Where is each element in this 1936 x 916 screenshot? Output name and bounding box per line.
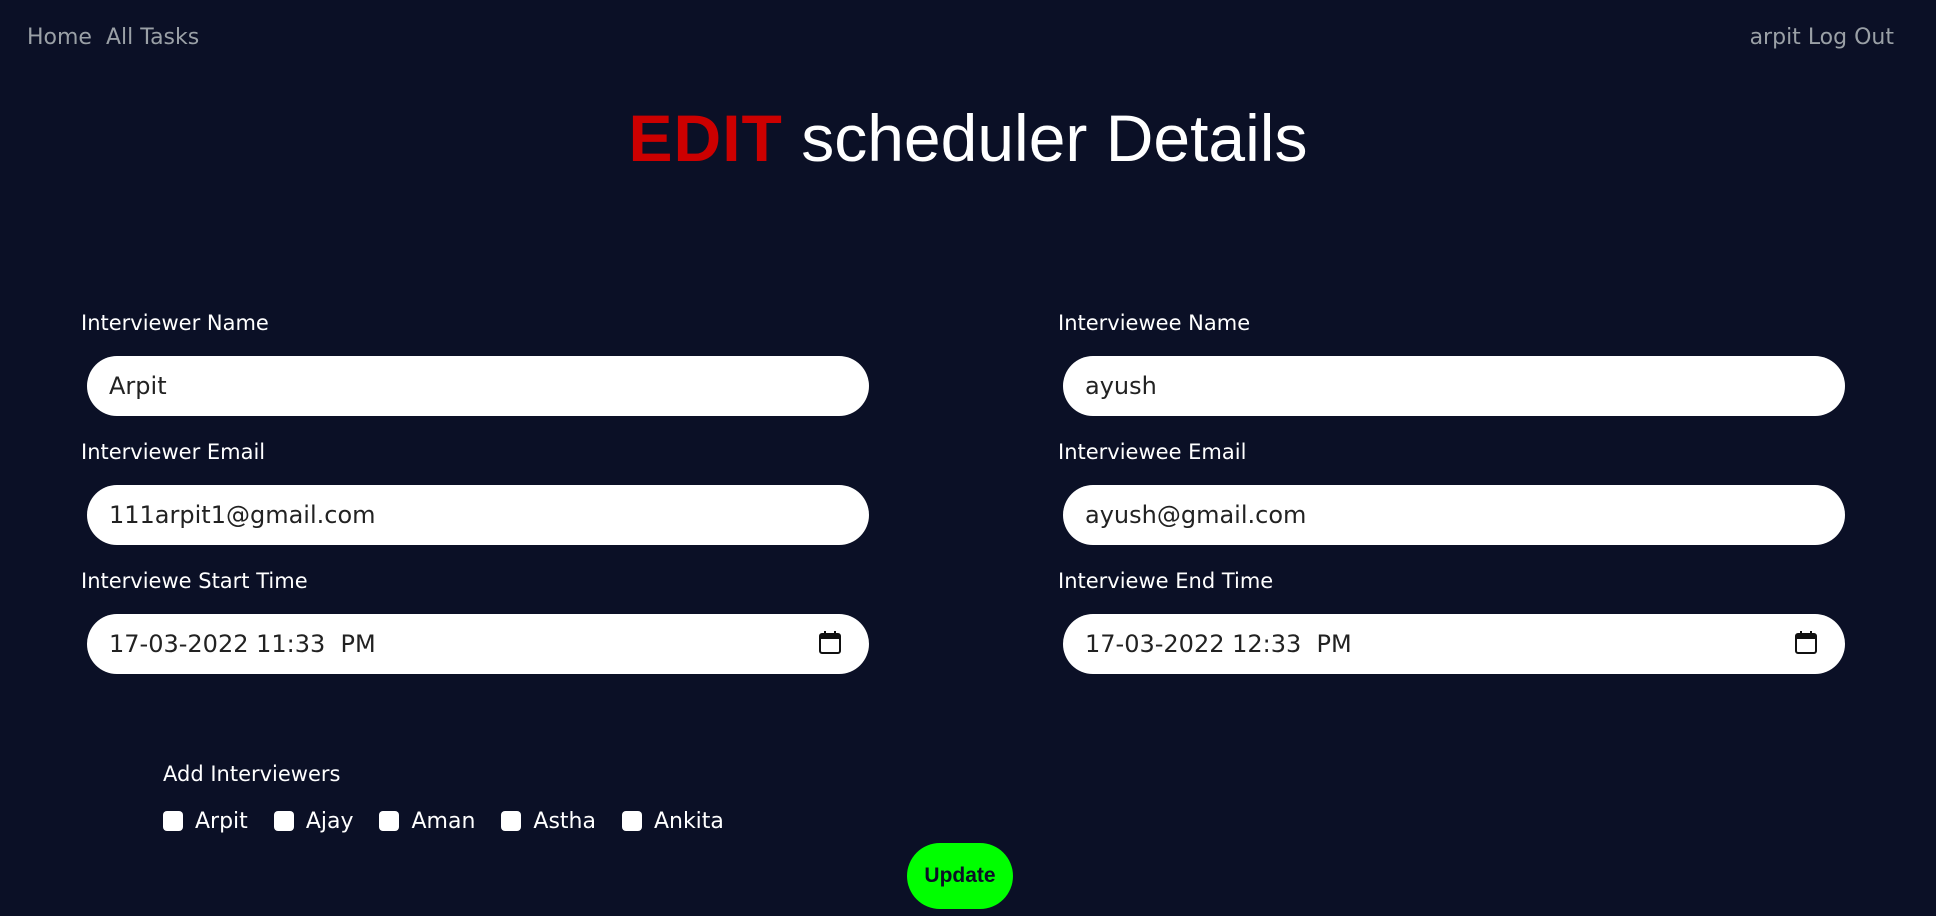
checkbox-label: Aman [411, 808, 476, 834]
checkbox-item-astha[interactable]: Astha [501, 809, 596, 834]
checkbox-label: Ajay [305, 808, 354, 834]
interviewee-name-label: Interviewee Name [1058, 311, 1251, 335]
nav-username: arpit [1749, 25, 1801, 50]
page-title-edit: EDIT [628, 101, 783, 175]
top-nav: Home All Tasks arpit Log Out [0, 0, 1936, 80]
checkbox[interactable] [501, 811, 522, 831]
page-title-rest: scheduler Details [801, 101, 1308, 175]
interviewer-email-value: 111arpit1@gmail.com [109, 501, 376, 529]
interviewer-name-value: Arpit [109, 372, 167, 400]
end-time-label: Interviewe End Time [1058, 569, 1274, 593]
calendar-icon[interactable] [1795, 631, 1817, 655]
checkbox[interactable] [163, 811, 183, 831]
checkbox-item-aman[interactable]: Aman [379, 809, 475, 834]
page-title: EDIT scheduler Details [0, 98, 1936, 178]
nav-logout-link[interactable]: Log Out [1808, 25, 1894, 50]
checkbox-label: Ankita [653, 808, 724, 834]
nav-user-area: arpit Log Out [1750, 25, 1894, 50]
interviewer-email-label: Interviewer Email [81, 440, 266, 464]
add-interviewers-label: Add Interviewers [163, 762, 341, 786]
checkbox-label: Astha [533, 808, 596, 834]
checkbox[interactable] [621, 811, 642, 831]
nav-home-link[interactable]: Home [27, 25, 92, 50]
calendar-icon[interactable] [819, 631, 841, 655]
checkbox-label: Arpit [195, 808, 248, 834]
checkbox-item-arpit[interactable]: Arpit [163, 809, 248, 834]
nav-all-tasks-link[interactable]: All Tasks [106, 25, 199, 50]
start-time-label: Interviewe Start Time [81, 569, 308, 593]
interviewee-email-label: Interviewee Email [1058, 440, 1247, 464]
end-time-input[interactable]: 17-03-2022 12:33 PM [1063, 614, 1845, 674]
update-button[interactable]: Update [907, 843, 1013, 909]
interviewee-name-value: ayush [1085, 372, 1157, 400]
checkbox[interactable] [273, 811, 294, 831]
end-time-value: 17-03-2022 12:33 PM [1085, 630, 1352, 658]
checkbox-item-ajay[interactable]: Ajay [273, 808, 354, 834]
interviewer-email-input[interactable]: 111arpit1@gmail.com [87, 485, 869, 545]
interviewee-email-value: ayush@gmail.com [1085, 501, 1307, 529]
interviewee-email-input[interactable]: ayush@gmail.com [1063, 485, 1845, 545]
checkbox-item-ankita[interactable]: Ankita [621, 808, 724, 834]
interviewer-name-label: Interviewer Name [81, 311, 269, 335]
start-time-input[interactable]: 17-03-2022 11:33 PM [87, 614, 869, 674]
interviewee-name-input[interactable]: ayush [1063, 356, 1845, 416]
add-interviewers-group: Arpit Ajay Aman Astha Ankita [163, 806, 750, 836]
start-time-value: 17-03-2022 11:33 PM [109, 630, 376, 658]
interviewer-name-input[interactable]: Arpit [87, 356, 869, 416]
checkbox[interactable] [379, 811, 400, 831]
